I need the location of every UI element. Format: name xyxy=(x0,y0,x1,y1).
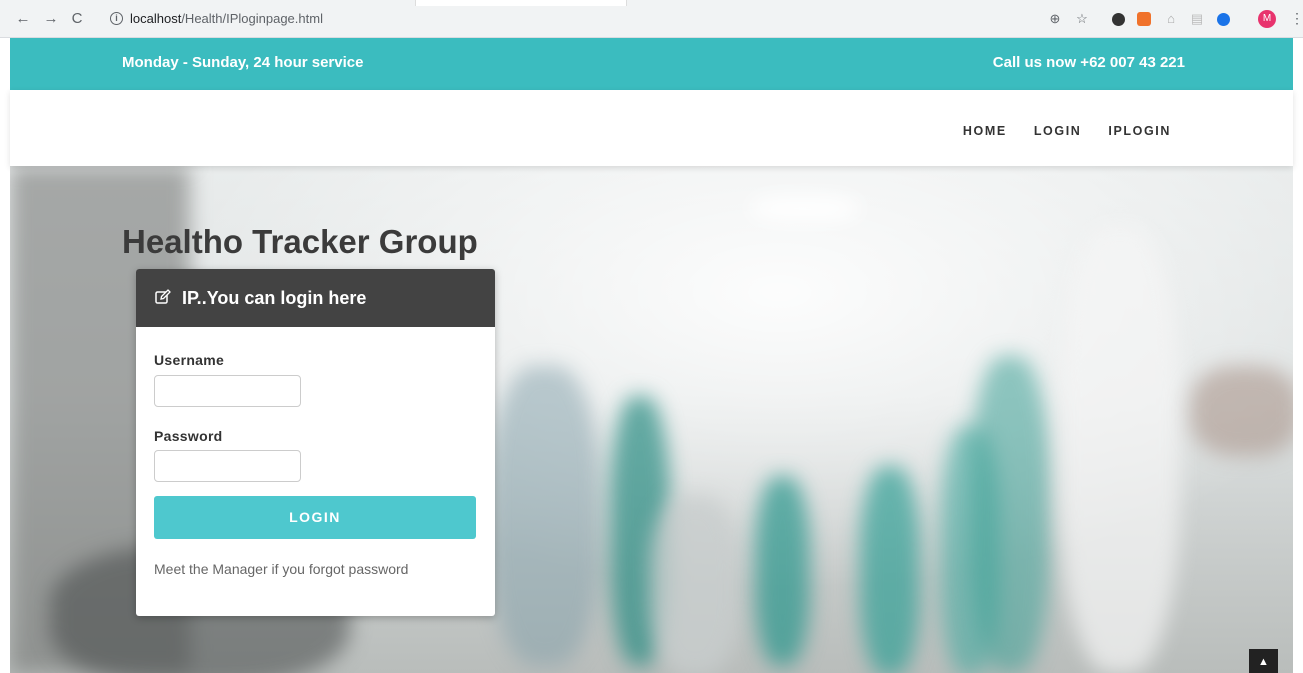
chevron-up-icon: ▲ xyxy=(1258,656,1269,668)
nav-iplogin[interactable]: IPLOGIN xyxy=(1108,124,1171,138)
login-card-header: IP..You can login here xyxy=(136,269,495,327)
url-host: localhost xyxy=(130,11,182,26)
zoom-icon[interactable]: ⊕ xyxy=(1047,11,1063,27)
menu-icon[interactable]: ⋮ xyxy=(1290,10,1303,27)
login-button[interactable]: LOGIN xyxy=(154,496,476,539)
password-input[interactable] xyxy=(154,450,301,482)
nav-home[interactable]: HOME xyxy=(963,124,1007,138)
background-shape xyxy=(755,476,810,666)
back-icon[interactable]: ← xyxy=(14,10,32,28)
url-path: /Health/IPloginpage.html xyxy=(181,11,323,26)
star-icon[interactable]: ☆ xyxy=(1074,11,1090,27)
main-navbar: HOME LOGIN IPLOGIN xyxy=(10,90,1293,166)
background-shape xyxy=(1060,226,1180,673)
background-shape xyxy=(490,366,600,666)
login-card: IP..You can login here Username Password… xyxy=(136,269,495,616)
reload-icon[interactable]: C xyxy=(68,10,86,28)
page-title: Healtho Tracker Group xyxy=(122,223,478,260)
top-info-bar: Monday - Sunday, 24 hour service Call us… xyxy=(10,38,1293,90)
call-us-text: Call us now +62 007 43 221 xyxy=(992,54,1185,71)
nav-login[interactable]: LOGIN xyxy=(1034,124,1082,138)
forward-icon[interactable]: → xyxy=(42,10,60,28)
extension-icon[interactable]: ▤ xyxy=(1189,11,1205,27)
forgot-password-text: Meet the Manager if you forgot password xyxy=(154,561,409,577)
extension-icon[interactable] xyxy=(1217,13,1230,26)
scroll-to-top-button[interactable]: ▲ xyxy=(1249,649,1278,673)
extension-icon[interactable] xyxy=(1137,12,1151,26)
username-input[interactable] xyxy=(154,375,301,407)
browser-toolbar: ← → C i localhost/Health/IPloginpage.htm… xyxy=(0,0,1303,38)
login-card-title: IP..You can login here xyxy=(182,288,367,308)
hero-section: Healtho Tracker Group IP..You can login … xyxy=(10,166,1293,673)
extension-icon[interactable]: ⌂ xyxy=(1163,11,1179,27)
background-shape xyxy=(860,466,920,673)
password-label: Password xyxy=(154,428,223,444)
service-hours: Monday - Sunday, 24 hour service xyxy=(122,54,364,71)
extension-icon[interactable] xyxy=(1112,13,1125,26)
url-text[interactable]: localhost/Health/IPloginpage.html xyxy=(130,11,323,26)
background-shape xyxy=(750,196,860,221)
info-icon[interactable]: i xyxy=(110,12,123,25)
edit-icon xyxy=(155,289,171,304)
username-label: Username xyxy=(154,352,225,368)
background-shape xyxy=(1190,366,1293,456)
avatar[interactable]: M xyxy=(1258,10,1276,28)
background-shape xyxy=(970,356,1050,673)
background-shape xyxy=(650,496,740,673)
